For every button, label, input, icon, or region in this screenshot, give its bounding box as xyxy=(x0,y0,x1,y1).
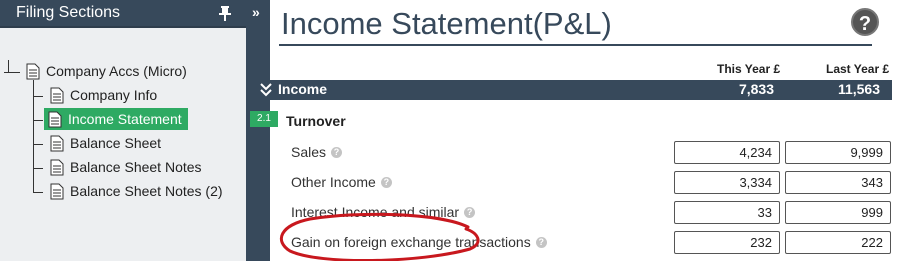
sales-last-year-input[interactable]: 9,999 xyxy=(785,141,891,164)
column-header-this-year: This Year £ xyxy=(717,62,781,76)
row-label-fx-gain: Gain on foreign exchange transactions ? xyxy=(291,234,547,250)
sidebar-title: Filing Sections xyxy=(16,4,121,21)
sidebar-collapse-strip[interactable]: » xyxy=(246,0,270,261)
tree-node-label: Income Statement xyxy=(68,111,182,127)
tree-node-label: Company Info xyxy=(70,87,158,103)
chevron-double-down-icon[interactable] xyxy=(260,83,272,97)
tree-connector xyxy=(8,60,9,72)
document-icon xyxy=(48,111,62,127)
tree-node-root[interactable]: Company Accs (Micro) xyxy=(26,60,187,82)
page-title: Income Statement(P&L) xyxy=(281,6,612,41)
title-divider xyxy=(279,44,872,46)
document-icon xyxy=(50,183,64,199)
tree-node-label: Balance Sheet Notes xyxy=(70,159,202,175)
question-icon[interactable]: ? xyxy=(464,206,476,218)
fx-gain-last-year-input[interactable]: 222 xyxy=(785,231,891,254)
tree-node-label: Balance Sheet Notes (2) xyxy=(70,183,223,199)
row-label-text: Gain on foreign exchange transactions xyxy=(291,234,531,250)
income-section-label: Income xyxy=(278,81,328,97)
row-label-text: Sales xyxy=(291,144,327,160)
subsection-title: Turnover xyxy=(286,113,346,129)
document-icon xyxy=(50,135,64,151)
tree-connector xyxy=(33,120,43,121)
tree-connector xyxy=(33,192,43,193)
tree-connector xyxy=(4,72,20,73)
other-income-last-year-input[interactable]: 343 xyxy=(785,171,891,194)
income-section-header[interactable]: Income 7,833 11,563 xyxy=(250,80,892,100)
interest-income-last-year-input[interactable]: 999 xyxy=(785,201,891,224)
question-icon[interactable]: ? xyxy=(331,146,343,158)
question-icon[interactable]: ? xyxy=(380,176,392,188)
tree-connector xyxy=(33,144,43,145)
sidebar: Filing Sections Company Accs (Micro) Com… xyxy=(0,0,246,261)
pin-icon[interactable] xyxy=(218,5,232,21)
fx-gain-this-year-input[interactable]: 232 xyxy=(674,231,780,254)
document-icon xyxy=(50,159,64,175)
tree-node-label: Company Accs (Micro) xyxy=(46,63,187,79)
row-label-text: Other Income xyxy=(291,174,376,190)
tree-node-company-info[interactable]: Company Info xyxy=(50,84,157,106)
tree-node-balance-sheet-notes-2[interactable]: Balance Sheet Notes (2) xyxy=(50,180,223,202)
tree-node-label: Balance Sheet xyxy=(70,135,162,151)
other-income-this-year-input[interactable]: 3,334 xyxy=(674,171,780,194)
tree-connector xyxy=(33,168,43,169)
question-icon[interactable]: ? xyxy=(535,236,547,248)
row-label-interest-income: Interest Income and similar ? xyxy=(291,204,476,220)
income-total-this-year: 7,833 xyxy=(738,81,774,97)
collapse-icon[interactable]: » xyxy=(252,4,260,20)
row-label-other-income: Other Income ? xyxy=(291,174,392,190)
income-total-last-year: 11,563 xyxy=(837,81,880,97)
row-label-sales: Sales ? xyxy=(291,144,343,160)
row-label-text: Interest Income and similar xyxy=(291,204,460,220)
column-header-last-year: Last Year £ xyxy=(826,62,890,76)
help-icon[interactable]: ? xyxy=(851,8,879,36)
section-number-badge: 2.1 xyxy=(250,111,278,127)
tree-node-balance-sheet-notes[interactable]: Balance Sheet Notes xyxy=(50,156,202,178)
sidebar-header: Filing Sections xyxy=(0,0,246,28)
filing-sections-tree: Company Accs (Micro) Company Info Income… xyxy=(0,28,246,261)
tree-node-balance-sheet[interactable]: Balance Sheet xyxy=(50,132,161,154)
document-icon xyxy=(50,87,64,103)
tree-connector xyxy=(33,96,43,97)
document-icon xyxy=(26,63,40,79)
tree-node-income-statement[interactable]: Income Statement xyxy=(44,108,188,130)
interest-income-this-year-input[interactable]: 33 xyxy=(674,201,780,224)
sales-this-year-input[interactable]: 4,234 xyxy=(674,141,780,164)
